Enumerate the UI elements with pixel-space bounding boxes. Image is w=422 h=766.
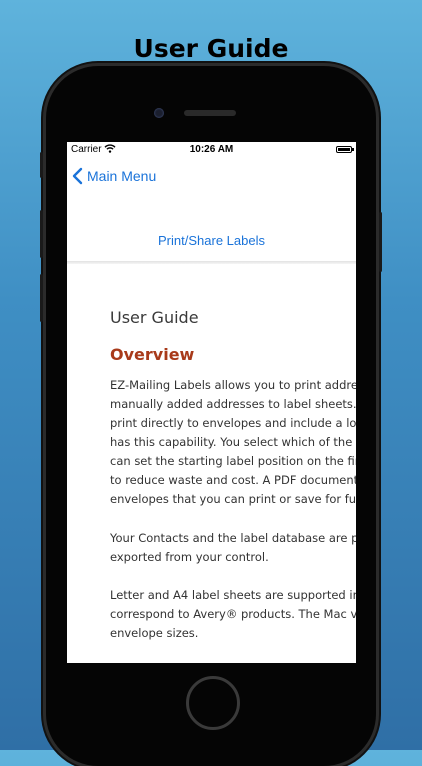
power-button	[379, 212, 382, 272]
paragraph-line: Letter and A4 label sheets are supported…	[110, 588, 356, 602]
paragraph-line: Your Contacts and the label database are…	[110, 531, 356, 545]
volume-down-button	[40, 274, 43, 322]
battery-icon	[336, 146, 354, 153]
paragraph-line: correspond to Avery® products. The Mac v…	[110, 607, 356, 621]
overview-heading: Overview	[110, 345, 195, 364]
chevron-left-icon	[72, 167, 83, 185]
paragraph-line: envelope sizes.	[110, 626, 199, 640]
app-screen: Carrier 10:26 AM Main Menu Print/Share L…	[67, 142, 356, 663]
paragraph-contacts: Your Contacts and the label database are…	[110, 529, 356, 567]
paragraph-line: can set the starting label position on t…	[110, 454, 356, 468]
volume-up-button	[40, 210, 43, 258]
back-button[interactable]: Main Menu	[71, 166, 156, 186]
paragraph-line: envelopes that you can print or save for…	[110, 492, 356, 506]
document-heading: User Guide	[110, 308, 199, 327]
print-share-labels-link[interactable]: Print/Share Labels	[67, 233, 356, 248]
paragraph-label-sheets: Letter and A4 label sheets are supported…	[110, 586, 356, 643]
status-time: 10:26 AM	[189, 144, 234, 155]
back-button-label: Main Menu	[87, 168, 157, 184]
paragraph-line: manually added addresses to label sheets…	[110, 397, 356, 411]
status-bar: Carrier 10:26 AM	[67, 142, 356, 158]
paragraph-line: to reduce waste and cost. A PDF document	[110, 473, 356, 487]
mute-switch	[40, 152, 43, 178]
earpiece-speaker	[184, 110, 236, 116]
paragraph-line: has this capability. You select which of…	[110, 435, 356, 449]
user-guide-document: User Guide Overview EZ-Mailing Labels al…	[67, 264, 356, 663]
promo-headline: User Guide	[133, 34, 289, 63]
paragraph-line: print directly to envelopes and include …	[110, 416, 356, 430]
home-button[interactable]	[186, 676, 240, 730]
front-camera	[154, 108, 164, 118]
paragraph-line: EZ-Mailing Labels allows you to print ad…	[110, 378, 356, 392]
paragraph-overview: EZ-Mailing Labels allows you to print ad…	[110, 376, 356, 509]
paragraph-line: exported from your control.	[110, 550, 269, 564]
